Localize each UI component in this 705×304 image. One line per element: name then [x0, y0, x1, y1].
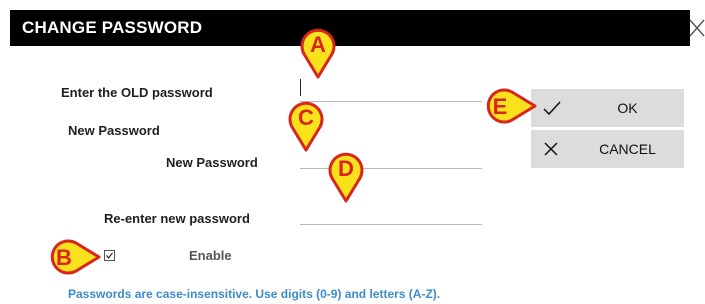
- callout-b-letter: B: [56, 245, 72, 270]
- password-hint: Passwords are case-insensitive. Use digi…: [68, 287, 441, 301]
- callout-a-letter: A: [310, 32, 326, 57]
- callout-e-letter: E: [493, 94, 508, 119]
- checkmark-icon: [543, 101, 561, 116]
- enable-label: Enable: [189, 248, 232, 263]
- callout-c: C: [284, 95, 328, 153]
- cancel-button[interactable]: CANCEL: [531, 130, 684, 168]
- old-password-label: Enter the OLD password: [61, 85, 213, 100]
- x-icon: [544, 142, 558, 156]
- callout-c-letter: C: [298, 105, 314, 130]
- callout-d: D: [324, 146, 368, 204]
- dialog-titlebar: CHANGE PASSWORD: [0, 0, 705, 46]
- close-icon: [689, 19, 705, 37]
- reenter-password-underline: [300, 224, 482, 225]
- dialog-title: CHANGE PASSWORD: [10, 10, 690, 46]
- reenter-password-label: Re-enter new password: [104, 211, 250, 226]
- new-password-label: New Password: [166, 155, 258, 170]
- callout-d-letter: D: [338, 156, 354, 181]
- new-password-heading: New Password: [68, 123, 160, 138]
- close-button[interactable]: [687, 12, 705, 42]
- callout-a: A: [296, 22, 340, 80]
- cancel-button-label: CANCEL: [599, 141, 656, 157]
- text-caret: [300, 79, 301, 96]
- callout-e: E: [478, 84, 538, 128]
- ok-button[interactable]: OK: [531, 89, 684, 127]
- enable-checkbox[interactable]: [104, 250, 115, 261]
- callout-b: B: [42, 235, 102, 279]
- checkmark-icon: [106, 252, 113, 259]
- ok-button-label: OK: [617, 100, 638, 116]
